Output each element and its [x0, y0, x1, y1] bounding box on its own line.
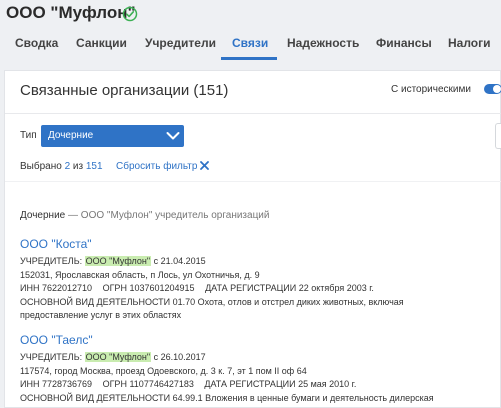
selected-of: из: [72, 161, 84, 172]
tab-finances[interactable]: Финансы: [376, 36, 432, 50]
ogrn-value: 1107746427183: [129, 379, 194, 389]
registration-line: ИНН 7728736769 ОГРН 1107746427183 ДАТА Р…: [20, 378, 500, 392]
founder-since: с 21.04.2015: [153, 256, 206, 266]
activity-label: ОСНОВНОЙ ВИД ДЕЯТЕЛЬНОСТИ: [20, 392, 171, 403]
inn-label: ИНН: [20, 379, 40, 389]
activity-value: 64.99.1 Вложения в ценные бумаги и деяте…: [172, 392, 434, 403]
section-name: Дочерние: [20, 210, 66, 221]
selected-count: 2: [64, 161, 71, 172]
reg-date-value: 25 мая 2010 г.: [298, 379, 357, 389]
historical-toggle-label: С историческими: [391, 84, 471, 95]
tab-founders[interactable]: Учредители: [145, 36, 216, 50]
address-line: 117574, город Москва, проезд Одоевского,…: [20, 365, 307, 376]
founder-label: УЧРЕДИТЕЛЬ:: [20, 352, 83, 362]
reg-date-label: ДАТА РЕГИСТРАЦИИ: [204, 379, 296, 389]
divider: [5, 181, 501, 182]
section-description: — ООО "Муфлон" учредитель организаций: [68, 210, 270, 221]
ogrn-label: ОГРН: [102, 283, 127, 293]
reg-date-label: ДАТА РЕГИСТРАЦИИ: [205, 283, 297, 293]
founder-line: УЧРЕДИТЕЛЬ: ООО "Муфлон" с 26.10.2017: [20, 351, 500, 365]
inn-value: 7622012710: [41, 283, 93, 293]
founder-name-highlight[interactable]: ООО "Муфлон": [84, 352, 152, 362]
activity-line: ОСНОВНОЙ ВИД ДЕЯТЕЛЬНОСТИ 01.70 Охота, о…: [20, 296, 500, 310]
activity-line: ОСНОВНОЙ ВИД ДЕЯТЕЛЬНОСТИ 64.99.1 Вложен…: [20, 392, 500, 406]
organization-name-link[interactable]: ООО "Коста": [20, 237, 500, 255]
verified-check-icon: [122, 6, 138, 22]
activity-value: 01.70 Охота, отлов и отстрел диких живот…: [172, 296, 404, 307]
tab-connections[interactable]: Связи: [232, 36, 268, 50]
inn-label: ИНН: [20, 283, 40, 293]
reset-filter-button[interactable]: Сбросить фильтр: [116, 161, 210, 172]
close-icon: [200, 161, 210, 170]
reset-filter-label: Сбросить фильтр: [116, 161, 198, 172]
organization-item: ООО "Коста" УЧРЕДИТЕЛЬ: ООО "Муфлон" с 2…: [20, 237, 500, 323]
company-header: ООО "Муфлон" Сводка Санкции Учредители С…: [0, 0, 501, 60]
related-organizations-panel: Связанные организации (151) С историческ…: [4, 70, 501, 408]
divider: [5, 113, 501, 114]
company-title: ООО "Муфлон": [6, 3, 136, 22]
panel-title: Связанные организации (151): [20, 82, 229, 99]
company-tabs: Сводка Санкции Учредители Связи Надежнос…: [0, 30, 501, 60]
tab-sanctions[interactable]: Санкции: [76, 36, 127, 50]
founder-line: УЧРЕДИТЕЛЬ: ООО "Муфлон" с 21.04.2015: [20, 255, 500, 269]
organization-item: ООО "Таелс" УЧРЕДИТЕЛЬ: ООО "Муфлон" с 2…: [20, 333, 500, 405]
type-filter-label: Тип: [20, 130, 37, 141]
registration-line: ИНН 7622012710 ОГРН 1037601204915 ДАТА Р…: [20, 282, 500, 296]
tab-summary[interactable]: Сводка: [15, 36, 58, 50]
organization-name-link[interactable]: ООО "Таелс": [20, 333, 500, 351]
activity-line-continued: предоставление услуг в этих областях: [20, 310, 182, 320]
tab-reliability[interactable]: Надежность: [287, 36, 359, 50]
section-label: Дочерние — ООО "Муфлон" учредитель орган…: [20, 210, 269, 221]
selected-total: 151: [85, 161, 103, 172]
selected-count-info: Выбрано 2 из 151: [20, 161, 103, 172]
side-panel-handle[interactable]: [495, 123, 501, 149]
reg-date-value: 22 октября 2003 г.: [298, 283, 374, 293]
activity-label: ОСНОВНОЙ ВИД ДЕЯТЕЛЬНОСТИ: [20, 296, 171, 307]
active-tab-indicator: [221, 57, 277, 60]
address-line: 152031, Ярославская область, п Лось, ул …: [20, 269, 260, 280]
tab-taxes[interactable]: Налоги: [448, 36, 491, 50]
selected-prefix: Выбрано: [20, 161, 62, 172]
ogrn-label: ОГРН: [102, 379, 127, 389]
inn-value: 7728736769: [41, 379, 93, 389]
founder-label: УЧРЕДИТЕЛЬ:: [20, 256, 83, 266]
toggle-knob: [493, 85, 501, 93]
founder-since: с 26.10.2017: [153, 352, 206, 362]
chevron-down-icon: [166, 132, 180, 140]
ogrn-value: 1037601204915: [129, 283, 195, 293]
founder-name-highlight[interactable]: ООО "Муфлон": [84, 256, 152, 266]
type-filter-select[interactable]: Дочерние: [41, 125, 184, 147]
type-filter-value: Дочерние: [48, 130, 94, 141]
historical-toggle[interactable]: [484, 84, 501, 94]
